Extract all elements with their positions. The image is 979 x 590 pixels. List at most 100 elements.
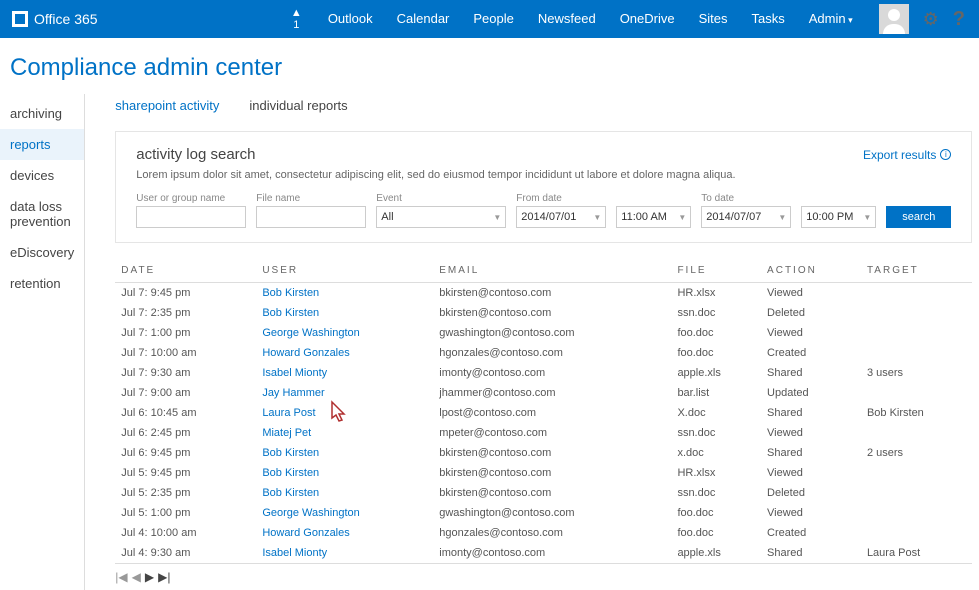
pager-last-icon[interactable]: ▶| — [158, 570, 170, 584]
to-time-select[interactable]: 10:00 PM ▼ — [801, 206, 876, 228]
chevron-down-icon: ▼ — [493, 213, 501, 222]
nav-tasks[interactable]: Tasks — [740, 0, 797, 39]
sidebar-item-data-loss-prevention[interactable]: data loss prevention — [0, 191, 84, 237]
to-date-select[interactable]: 2014/07/07 ▼ — [701, 206, 791, 228]
cell-date: Jul 7: 9:30 am — [115, 363, 256, 383]
cell-user: George Washington — [256, 503, 433, 523]
table-row[interactable]: Jul 7: 10:00 amHoward Gonzaleshgonzales@… — [115, 343, 972, 363]
nav-people[interactable]: People — [461, 0, 525, 39]
brand-logo[interactable]: Office 365 — [0, 11, 110, 27]
cell-date: Jul 6: 2:45 pm — [115, 423, 256, 443]
tab-individual-reports[interactable]: individual reports — [249, 98, 347, 117]
table-row[interactable]: Jul 5: 1:00 pmGeorge Washingtongwashingt… — [115, 503, 972, 523]
cell-user: Howard Gonzales — [256, 523, 433, 543]
user-input[interactable] — [136, 206, 246, 228]
table-row[interactable]: Jul 7: 9:00 amJay Hammerjhammer@contoso.… — [115, 383, 972, 403]
from-date-select[interactable]: 2014/07/01 ▼ — [516, 206, 606, 228]
col-target[interactable]: TARGET — [861, 257, 972, 283]
user-link[interactable]: Bob Kirsten — [262, 487, 319, 499]
chevron-down-icon: ▼ — [678, 213, 686, 222]
table-row[interactable]: Jul 5: 9:45 pmBob Kirstenbkirsten@contos… — [115, 463, 972, 483]
user-link[interactable]: Jay Hammer — [262, 387, 324, 399]
notification-indicator[interactable]: ▲ 1 — [277, 7, 316, 31]
pager-prev-icon[interactable]: ◀ — [132, 570, 141, 584]
sidebar-item-retention[interactable]: retention — [0, 268, 84, 299]
cell-file: ssn.doc — [671, 303, 761, 323]
col-date[interactable]: DATE — [115, 257, 256, 283]
cell-action: Updated — [761, 383, 861, 403]
panel-title: activity log search — [136, 146, 255, 163]
to-date-value: 2014/07/07 — [706, 211, 761, 223]
col-file[interactable]: FILE — [671, 257, 761, 283]
col-action[interactable]: ACTION — [761, 257, 861, 283]
nav-newsfeed[interactable]: Newsfeed — [526, 0, 608, 39]
table-row[interactable]: Jul 6: 10:45 amLaura Postlpost@contoso.c… — [115, 403, 972, 423]
tab-sharepoint-activity[interactable]: sharepoint activity — [115, 98, 219, 117]
export-label: Export results — [863, 148, 936, 162]
cell-email: imonty@contoso.com — [433, 363, 671, 383]
gear-icon[interactable]: ⚙ — [923, 9, 939, 30]
table-row[interactable]: Jul 7: 9:30 am Isabel Mionty imonty@contos… — [115, 363, 972, 383]
nav-sites[interactable]: Sites — [687, 0, 740, 39]
user-link[interactable]: Laura Post — [262, 407, 315, 419]
nav-outlook[interactable]: Outlook — [316, 0, 385, 39]
nav-admin[interactable]: Admin — [797, 0, 865, 39]
pager-next-icon[interactable]: ▶ — [145, 570, 154, 584]
sidebar-item-eDiscovery[interactable]: eDiscovery — [0, 237, 84, 268]
table-row[interactable]: Jul 7: 2:35 pmBob Kirstenbkirsten@contos… — [115, 303, 972, 323]
table-row[interactable]: Jul 7: 9:45 pmBob Kirstenbkirsten@contos… — [115, 283, 972, 304]
cell-user: Bob Kirsten — [256, 483, 433, 503]
cell-action: Viewed — [761, 503, 861, 523]
user-link[interactable]: George Washington — [262, 507, 359, 519]
table-row[interactable]: Jul 5: 2:35 pmBob Kirstenbkirsten@contos… — [115, 483, 972, 503]
sidebar-item-archiving[interactable]: archiving — [0, 98, 84, 129]
user-link[interactable]: Isabel Mionty — [262, 547, 327, 559]
table-row[interactable]: Jul 7: 1:00 pmGeorge Washingtongwashingt… — [115, 323, 972, 343]
cell-date: Jul 4: 9:30 am — [115, 543, 256, 563]
file-input[interactable] — [256, 206, 366, 228]
cell-target: Bob Kirsten — [861, 403, 972, 423]
cell-date: Jul 4: 10:00 am — [115, 523, 256, 543]
col-email[interactable]: EMAIL — [433, 257, 671, 283]
cell-email: imonty@contoso.com — [433, 543, 671, 563]
user-link[interactable]: Bob Kirsten — [262, 447, 319, 459]
sidebar-item-reports[interactable]: reports — [0, 129, 84, 160]
sidebar: archivingreportsdevicesdata loss prevent… — [0, 94, 85, 590]
brand-text: Office 365 — [34, 11, 98, 27]
from-time-select[interactable]: 11:00 AM ▼ — [616, 206, 691, 228]
user-link[interactable]: Howard Gonzales — [262, 347, 349, 359]
cell-file: ssn.doc — [671, 423, 761, 443]
user-link[interactable]: Isabel Mionty — [262, 367, 327, 379]
nav-calendar[interactable]: Calendar — [385, 0, 462, 39]
cell-user: Miatej Pet — [256, 423, 433, 443]
user-link[interactable]: Miatej Pet — [262, 427, 311, 439]
user-link[interactable]: Bob Kirsten — [262, 287, 319, 299]
col-user[interactable]: USER — [256, 257, 433, 283]
pager-first-icon[interactable]: |◀ — [115, 570, 127, 584]
user-link[interactable]: George Washington — [262, 327, 359, 339]
user-link[interactable]: Howard Gonzales — [262, 527, 349, 539]
help-icon[interactable]: ? — [953, 8, 965, 31]
user-link[interactable]: Bob Kirsten — [262, 467, 319, 479]
cell-user: Jay Hammer — [256, 383, 433, 403]
cell-action: Shared — [761, 403, 861, 423]
cell-email: bkirsten@contoso.com — [433, 303, 671, 323]
main: archivingreportsdevicesdata loss prevent… — [0, 94, 979, 590]
cell-file: bar.list — [671, 383, 761, 403]
export-results-link[interactable]: Export results i — [863, 148, 951, 162]
nav-onedrive[interactable]: OneDrive — [608, 0, 687, 39]
cell-target — [861, 523, 972, 543]
search-button[interactable]: search — [886, 206, 951, 228]
table-row[interactable]: Jul 6: 9:45 pmBob Kirstenbkirsten@contos… — [115, 443, 972, 463]
table-row[interactable]: Jul 4: 9:30 am Isabel Mionty imonty@contos… — [115, 543, 972, 563]
table-row[interactable]: Jul 6: 2:45 pmMiatej Petmpeter@contoso.c… — [115, 423, 972, 443]
user-link[interactable]: Bob Kirsten — [262, 307, 319, 319]
cell-email: gwashington@contoso.com — [433, 323, 671, 343]
cell-date: Jul 5: 1:00 pm — [115, 503, 256, 523]
table-row[interactable]: Jul 4: 10:00 amHoward Gonzaleshgonzales@… — [115, 523, 972, 543]
event-select[interactable]: All ▼ — [376, 206, 506, 228]
sidebar-item-devices[interactable]: devices — [0, 160, 84, 191]
cell-target — [861, 303, 972, 323]
cell-target — [861, 383, 972, 403]
avatar[interactable] — [879, 4, 909, 34]
